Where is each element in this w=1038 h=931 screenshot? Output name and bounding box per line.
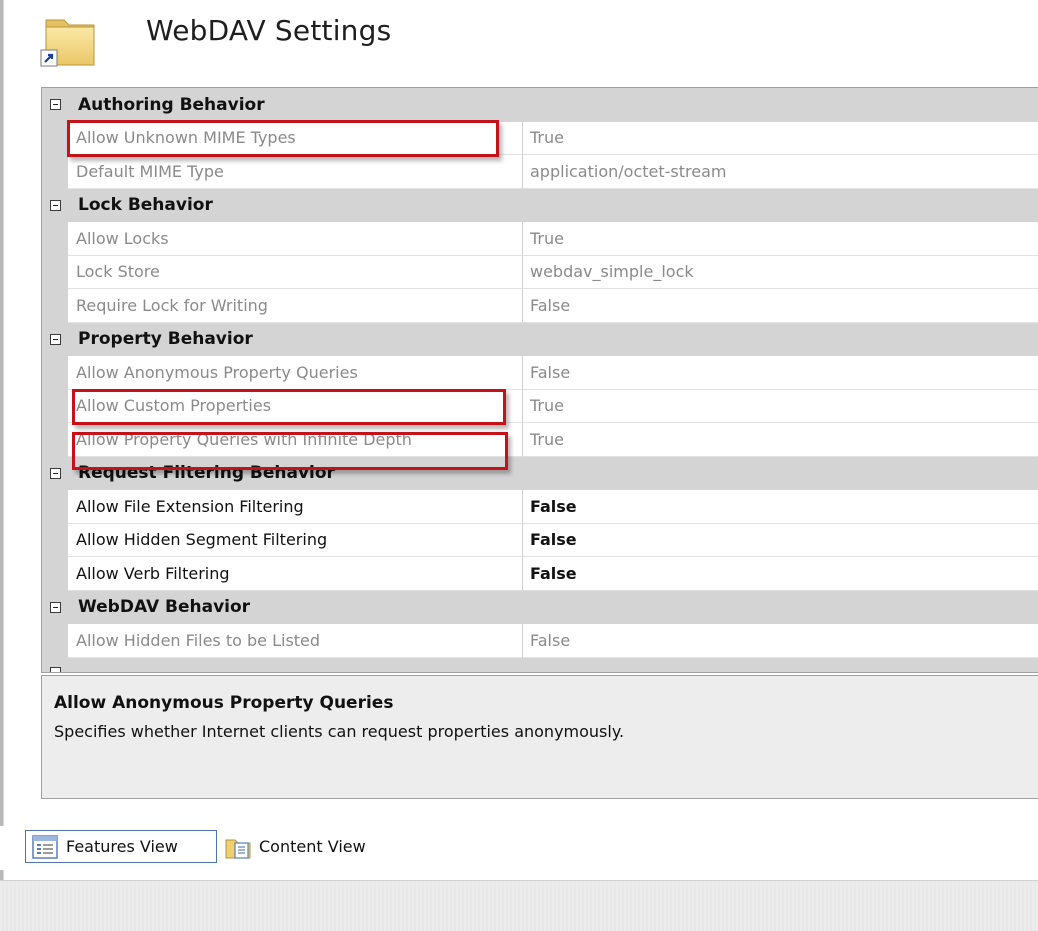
content-view-button[interactable]: Content View bbox=[219, 830, 419, 863]
category-label: WebDAV Behavior bbox=[78, 597, 251, 618]
features-view-label: Features View bbox=[66, 837, 178, 856]
view-switcher: Features View Content View bbox=[0, 826, 1038, 870]
property-value[interactable]: False bbox=[523, 490, 1038, 524]
property-row[interactable]: Default MIME Type application/octet-stre… bbox=[42, 155, 1038, 189]
property-name: Allow Hidden Segment Filtering bbox=[68, 523, 523, 557]
collapse-toggle-icon[interactable] bbox=[42, 657, 68, 672]
property-row[interactable]: Allow Verb Filtering False bbox=[42, 557, 1038, 591]
category-label: Authoring Behavior bbox=[78, 94, 265, 115]
property-row[interactable]: Allow Anonymous Property Queries False bbox=[42, 356, 1038, 390]
property-value[interactable]: True bbox=[523, 222, 1038, 256]
property-row[interactable]: Lock Store webdav_simple_lock bbox=[42, 255, 1038, 289]
property-row[interactable]: Allow Locks True bbox=[42, 222, 1038, 256]
property-value[interactable]: False bbox=[523, 356, 1038, 390]
category-label: Lock Behavior bbox=[78, 195, 213, 216]
property-row[interactable]: Allow Hidden Files to be Listed False bbox=[42, 624, 1038, 658]
description-text: Specifies whether Internet clients can r… bbox=[54, 722, 625, 741]
content-view-label: Content View bbox=[259, 837, 366, 856]
property-row[interactable]: Allow File Extension Filtering False bbox=[42, 490, 1038, 524]
property-name: Allow Verb Filtering bbox=[68, 557, 523, 591]
category-partially-visible[interactable] bbox=[42, 657, 1038, 672]
content-view-icon bbox=[225, 839, 251, 859]
category-label: Property Behavior bbox=[78, 329, 253, 350]
status-bar bbox=[0, 880, 1038, 931]
category-property-behavior[interactable]: Property Behavior bbox=[42, 322, 1038, 356]
property-value[interactable]: False bbox=[523, 289, 1038, 323]
property-value[interactable]: False bbox=[523, 557, 1038, 591]
property-value[interactable]: True bbox=[523, 423, 1038, 457]
property-name: Allow Locks bbox=[68, 222, 523, 256]
features-view-icon bbox=[32, 834, 58, 859]
property-row[interactable]: Require Lock for Writing False bbox=[42, 289, 1038, 323]
description-title: Allow Anonymous Property Queries bbox=[54, 693, 394, 713]
collapse-toggle-icon[interactable] bbox=[42, 88, 68, 122]
property-name: Default MIME Type bbox=[68, 155, 523, 189]
category-webdav-behavior[interactable]: WebDAV Behavior bbox=[42, 590, 1038, 624]
collapse-toggle-icon[interactable] bbox=[42, 590, 68, 624]
page-title: WebDAV Settings bbox=[146, 14, 392, 47]
property-value[interactable]: webdav_simple_lock bbox=[523, 256, 1038, 289]
property-name: Require Lock for Writing bbox=[68, 289, 523, 323]
description-panel: Allow Anonymous Property Queries Specifi… bbox=[41, 675, 1038, 799]
collapse-toggle-icon[interactable] bbox=[42, 188, 68, 222]
category-authoring-behavior[interactable]: Authoring Behavior bbox=[42, 88, 1038, 122]
highlight-box bbox=[72, 432, 508, 470]
property-name: Allow Anonymous Property Queries bbox=[68, 356, 523, 390]
property-name: Lock Store bbox=[68, 255, 523, 289]
property-grid[interactable]: Authoring Behavior Allow Unknown MIME Ty… bbox=[41, 87, 1038, 673]
property-row[interactable]: Allow Hidden Segment Filtering False bbox=[42, 523, 1038, 557]
highlight-box bbox=[67, 120, 499, 157]
property-value[interactable]: application/octet-stream bbox=[523, 155, 1038, 189]
property-value[interactable]: True bbox=[523, 390, 1038, 423]
folder-shortcut-icon bbox=[40, 19, 95, 67]
features-view-button[interactable]: Features View bbox=[25, 830, 217, 863]
window-left-border bbox=[0, 0, 4, 930]
highlight-box bbox=[72, 389, 506, 425]
category-lock-behavior[interactable]: Lock Behavior bbox=[42, 188, 1038, 222]
property-name: Allow Hidden Files to be Listed bbox=[68, 624, 523, 658]
property-name: Allow File Extension Filtering bbox=[68, 490, 523, 524]
property-value[interactable]: True bbox=[523, 122, 1038, 155]
property-value[interactable]: False bbox=[523, 624, 1038, 658]
collapse-toggle-icon[interactable] bbox=[42, 456, 68, 490]
property-value[interactable]: False bbox=[523, 524, 1038, 557]
collapse-toggle-icon[interactable] bbox=[42, 322, 68, 356]
